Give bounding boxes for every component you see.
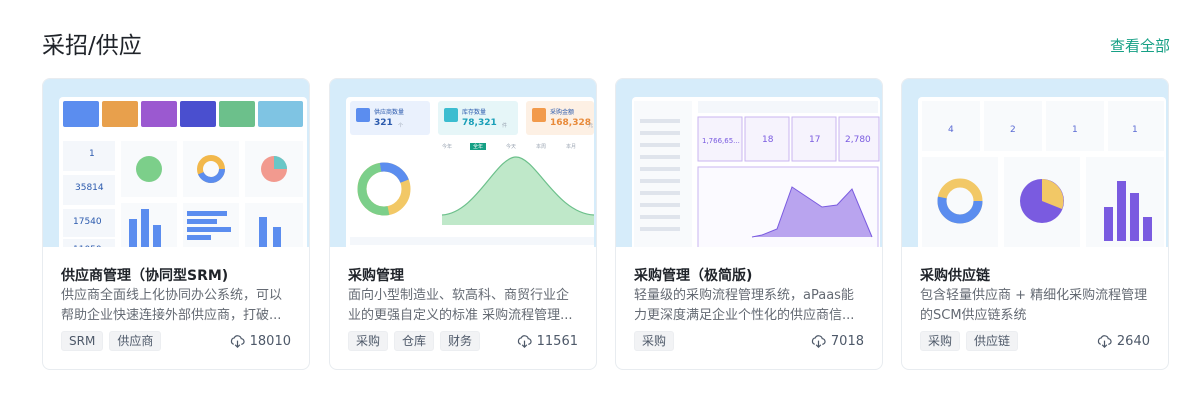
kpi-value: 2,780 xyxy=(845,135,871,145)
section-header: 采招/供应 查看全部 xyxy=(42,30,1170,62)
view-all-link[interactable]: 查看全部 xyxy=(1110,34,1170,58)
template-card-srm[interactable]: 1 35814 17540 11050 供应商管理（协同型SRM) 供应商全面线… xyxy=(42,78,310,370)
card-title: 采购管理 xyxy=(348,268,404,284)
card-thumbnail: 4 2 1 1 xyxy=(902,79,1168,247)
tag: 采购 xyxy=(634,331,675,351)
download-count: 7018 xyxy=(811,331,864,351)
stat-unit: 件 xyxy=(502,123,508,129)
stat-label: 采购金额 xyxy=(550,109,575,116)
dashboard-preview-graphic xyxy=(634,101,880,247)
template-card-procurement[interactable]: 供应商数量 321 个 库存数量 78,321 件 采购金额 168,328 元… xyxy=(329,78,597,370)
stat-value: 78,321 xyxy=(462,118,497,128)
download-icon xyxy=(230,334,245,348)
card-tags: 采购 xyxy=(634,331,675,351)
card-title: 采购管理（极简版) xyxy=(634,268,753,284)
kpi-value: 17540 xyxy=(73,217,102,227)
card-description: 供应商全面线上化协同办公系统，可以帮助企业快速连接外部供应商，打破... xyxy=(61,288,283,323)
template-card-procurement-lite[interactable]: 1,766,65... 18 17 2,780 采购管理（极简版) 轻量级的采购… xyxy=(615,78,883,370)
kpi-value: 1 xyxy=(1132,125,1138,135)
stat-value: 321 xyxy=(374,118,393,128)
tag: 财务 xyxy=(440,331,481,351)
tab-active: 全年 xyxy=(470,143,487,150)
kpi-value: 1 xyxy=(89,149,95,159)
download-count: 11561 xyxy=(517,331,578,351)
tab: 今年 xyxy=(442,144,453,150)
download-count-value: 18010 xyxy=(249,333,291,349)
card-title: 采购供应链 xyxy=(920,268,990,284)
tag: 仓库 xyxy=(394,331,435,351)
card-tags: 采购 供应链 xyxy=(920,331,1019,351)
tab: 今天 xyxy=(506,144,517,150)
kpi-value: 18 xyxy=(762,135,774,145)
kpi-value: 1,766,65... xyxy=(702,137,740,145)
download-icon xyxy=(811,334,826,348)
download-count: 18010 xyxy=(230,331,291,351)
card-thumbnail: 供应商数量 321 个 库存数量 78,321 件 采购金额 168,328 元… xyxy=(330,79,596,247)
tag: SRM xyxy=(61,331,104,351)
kpi-value: 17 xyxy=(809,135,821,145)
stat-label: 库存数量 xyxy=(462,109,487,116)
template-card-supply-chain[interactable]: 4 2 1 1 采购供应链 包含轻量供应商 + 精细化采购流程管理的SCM供应链… xyxy=(901,78,1169,370)
stat-unit: 个 xyxy=(398,123,404,129)
thumbnail-preview: 供应商数量 321 个 库存数量 78,321 件 采购金额 168,328 元… xyxy=(346,97,594,247)
stat-label: 供应商数量 xyxy=(374,109,405,116)
kpi-value: 1 xyxy=(1072,125,1078,135)
download-count-value: 11561 xyxy=(536,333,578,349)
thumbnail-preview: 1 35814 17540 11050 xyxy=(59,97,307,247)
download-icon xyxy=(1097,334,1112,348)
stat-value: 168,328 xyxy=(550,118,591,128)
kpi-value: 4 xyxy=(948,125,954,135)
stat-unit: 元 xyxy=(588,123,594,129)
tab: 本月 xyxy=(566,144,577,150)
download-count-value: 7018 xyxy=(830,333,864,349)
card-description: 轻量级的采购流程管理系统，aPaas能力更深度满足企业个性化的供应商信... xyxy=(634,288,855,323)
kpi-value: 35814 xyxy=(75,183,104,193)
download-count: 2640 xyxy=(1097,331,1150,351)
download-count-value: 2640 xyxy=(1116,333,1150,349)
tab: 本周 xyxy=(536,144,547,150)
tag: 采购 xyxy=(348,331,389,351)
thumbnail-preview: 4 2 1 1 xyxy=(918,97,1166,247)
download-icon xyxy=(517,334,532,348)
kpi-value: 11050 xyxy=(73,245,102,247)
card-description: 面向小型制造业、软高科、商贸行业企业的更强自定义的标准 采购流程管理... xyxy=(348,288,573,323)
section-title: 采招/供应 xyxy=(42,33,142,59)
card-description: 包含轻量供应商 + 精细化采购流程管理的SCM供应链系统 xyxy=(920,288,1148,323)
card-thumbnail: 1 35814 17540 11050 xyxy=(43,79,309,247)
thumbnail-preview: 1,766,65... 18 17 2,780 xyxy=(632,97,880,247)
card-title: 供应商管理（协同型SRM) xyxy=(61,268,229,284)
tag: 供应链 xyxy=(966,331,1019,351)
dashboard-preview-graphic xyxy=(922,101,1164,247)
tag: 采购 xyxy=(920,331,961,351)
tag: 供应商 xyxy=(109,331,162,351)
kpi-value: 2 xyxy=(1010,125,1016,135)
card-tags: 采购 仓库 财务 xyxy=(348,331,481,351)
card-tags: SRM 供应商 xyxy=(61,331,162,351)
card-thumbnail: 1,766,65... 18 17 2,780 xyxy=(616,79,882,247)
